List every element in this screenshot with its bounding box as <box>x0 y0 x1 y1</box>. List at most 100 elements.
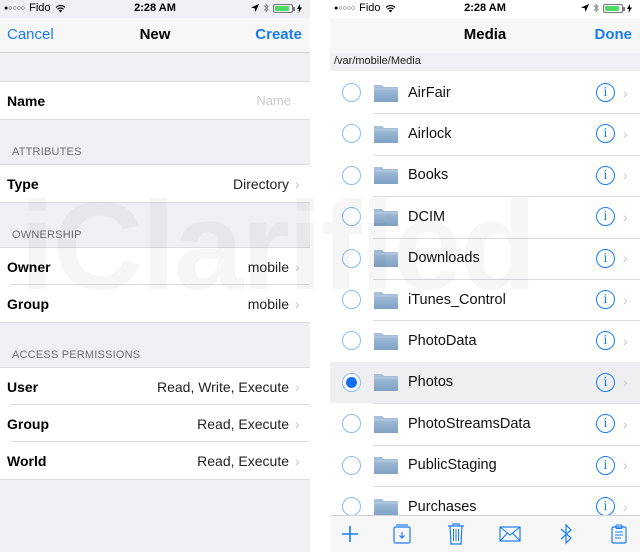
folder-name: PhotoData <box>408 332 477 349</box>
folder-icon <box>374 332 398 350</box>
bluetooth-status-icon <box>263 3 269 13</box>
chevron-right-icon: › <box>623 250 628 267</box>
folder-name: DCIM <box>408 208 446 225</box>
folder-icon <box>374 374 398 392</box>
bluetooth-button[interactable] <box>554 522 578 546</box>
divider <box>0 119 310 120</box>
selection-radio[interactable] <box>342 372 361 392</box>
folder-icon <box>374 84 398 102</box>
selection-radio[interactable] <box>342 83 361 102</box>
current-path: /var/mobile/Media <box>330 53 640 71</box>
group-row[interactable]: Group mobile › <box>0 285 310 322</box>
name-row[interactable]: Name Name <box>0 82 310 119</box>
world-permission-row[interactable]: World Read, Execute › <box>0 442 310 479</box>
info-icon[interactable]: i <box>596 331 615 351</box>
info-icon[interactable]: i <box>596 455 615 475</box>
chevron-right-icon: › <box>623 332 628 349</box>
info-icon[interactable]: i <box>596 290 615 309</box>
charging-icon <box>297 3 302 13</box>
selection-radio[interactable] <box>342 207 361 227</box>
selection-radio[interactable] <box>342 165 361 185</box>
archive-icon <box>393 524 411 544</box>
info-icon[interactable]: i <box>596 497 615 516</box>
folder-row[interactable]: AirFair i › <box>330 72 640 113</box>
archive-button[interactable] <box>390 522 414 546</box>
world-permission-label: World <box>7 452 47 469</box>
folder-row[interactable]: DCIM i › <box>330 196 640 237</box>
folder-name: Purchases <box>408 498 477 515</box>
selection-radio[interactable] <box>342 414 361 434</box>
selection-radio[interactable] <box>342 331 361 351</box>
selection-radio[interactable] <box>342 124 361 144</box>
folder-name: iTunes_Control <box>408 291 506 308</box>
group-permission-row[interactable]: Group Read, Execute › <box>0 405 310 442</box>
clipboard-icon <box>611 524 627 544</box>
folder-icon <box>374 498 398 516</box>
selection-radio[interactable] <box>342 497 361 516</box>
folder-row[interactable]: Books i › <box>330 155 640 196</box>
chevron-right-icon: › <box>295 378 300 395</box>
mail-button[interactable] <box>498 522 522 546</box>
user-permission-value: Read, Write, Execute <box>156 378 289 395</box>
section-header-attributes: ATTRIBUTES <box>12 146 82 158</box>
info-icon[interactable]: i <box>596 414 615 434</box>
folder-icon <box>374 125 398 143</box>
mail-icon <box>499 526 521 542</box>
trash-icon <box>448 523 464 545</box>
group-label: Group <box>7 295 49 312</box>
folder-row[interactable]: Photos i › <box>330 361 640 403</box>
group-permission-value: Read, Execute <box>197 415 289 432</box>
selection-radio[interactable] <box>342 248 361 268</box>
info-icon[interactable]: i <box>596 165 615 185</box>
world-permission-value: Read, Execute <box>197 452 289 469</box>
info-icon[interactable]: i <box>596 83 615 102</box>
selection-radio[interactable] <box>342 455 361 475</box>
folder-name: PublicStaging <box>408 457 497 474</box>
name-input[interactable]: Name <box>256 93 291 108</box>
folder-name: Photos <box>408 374 454 391</box>
divider <box>0 479 310 480</box>
folder-row[interactable]: Airlock i › <box>330 113 640 154</box>
folder-row[interactable]: PhotoData i › <box>330 320 640 361</box>
folder-icon <box>374 415 398 433</box>
add-icon <box>342 526 358 542</box>
folder-name: Airlock <box>408 125 452 142</box>
paste-button[interactable] <box>607 522 631 546</box>
group-value: mobile <box>247 295 289 312</box>
folder-row[interactable]: PublicStaging i › <box>330 445 640 486</box>
chevron-right-icon: › <box>295 295 300 312</box>
type-row[interactable]: Type Directory › <box>0 165 310 202</box>
chevron-right-icon: › <box>623 208 628 225</box>
chevron-right-icon: › <box>295 175 300 192</box>
chevron-right-icon: › <box>623 457 628 474</box>
section-header-access-permissions: ACCESS PERMISSIONS <box>12 349 141 361</box>
info-icon[interactable]: i <box>596 372 615 392</box>
owner-label: Owner <box>7 258 51 275</box>
info-icon[interactable]: i <box>596 207 615 227</box>
chevron-right-icon: › <box>295 258 300 275</box>
done-button[interactable]: Done <box>595 26 633 43</box>
user-permission-row[interactable]: User Read, Write, Execute › <box>0 368 310 405</box>
chevron-right-icon: › <box>623 84 628 101</box>
chevron-right-icon: › <box>623 498 628 515</box>
folder-row[interactable]: Downloads i › <box>330 238 640 279</box>
owner-row[interactable]: Owner mobile › <box>0 248 310 285</box>
info-icon[interactable]: i <box>596 124 615 144</box>
add-button[interactable] <box>338 522 362 546</box>
delete-button[interactable] <box>444 522 468 546</box>
folder-row[interactable]: iTunes_Control i › <box>330 279 640 320</box>
folder-row[interactable]: PhotoStreamsData i › <box>330 403 640 444</box>
bluetooth-icon <box>560 523 572 545</box>
navigation-bar: Media Done <box>330 18 640 53</box>
info-icon[interactable]: i <box>596 248 615 268</box>
selection-radio[interactable] <box>342 290 361 309</box>
type-label: Type <box>7 175 39 192</box>
user-permission-label: User <box>7 378 39 395</box>
location-icon <box>251 4 259 12</box>
page-title: Media <box>463 26 507 43</box>
name-label: Name <box>7 92 46 109</box>
chevron-right-icon: › <box>623 291 628 308</box>
create-button[interactable]: Create <box>255 26 302 43</box>
status-bar: ●○○○○ Fido 2:28 AM <box>0 0 310 18</box>
folder-name: PhotoStreamsData <box>408 415 531 432</box>
